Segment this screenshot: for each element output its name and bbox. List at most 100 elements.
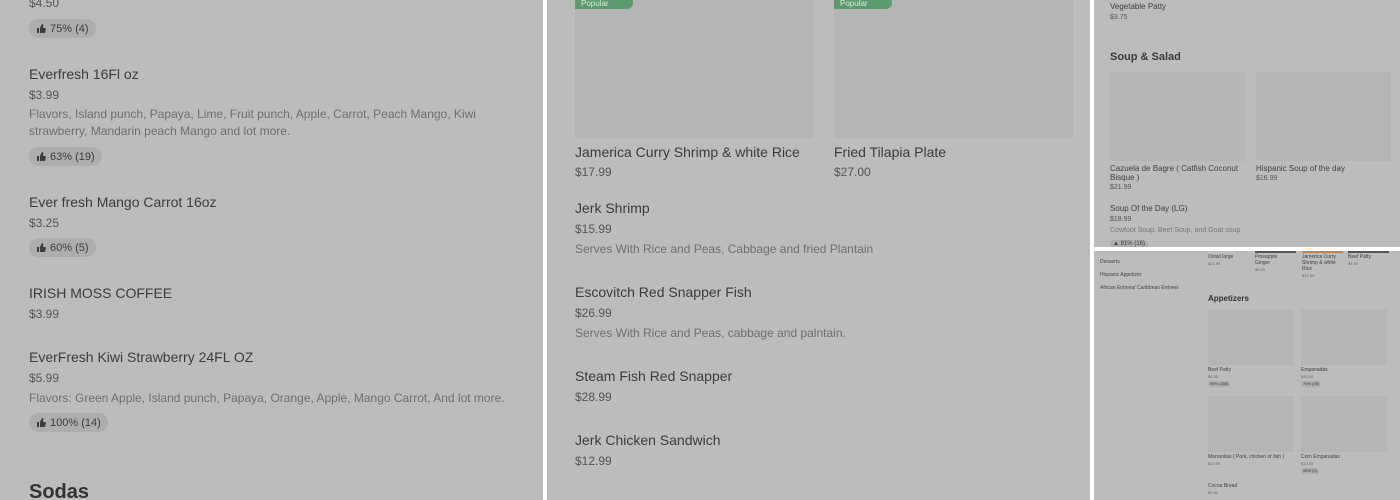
- item-price: $21.99: [1208, 261, 1221, 266]
- item-price: $5.99: [29, 371, 60, 385]
- item-image[interactable]: [1301, 309, 1387, 365]
- popular-badge: Popular: [575, 0, 633, 9]
- item-image[interactable]: [1208, 309, 1294, 365]
- thumbs-up-icon: [36, 23, 46, 34]
- item-name[interactable]: Corn Empanadas: [1301, 454, 1340, 460]
- item-description: Serves With Rice and Peas, Cabbage and f…: [575, 242, 874, 256]
- item-price: $3.99: [29, 307, 60, 321]
- item-name[interactable]: Jamerica Curry Shrimp & white Rice: [575, 144, 800, 160]
- rating-text: 60% (5): [50, 241, 89, 254]
- item-name-line: Ginger: [1255, 260, 1271, 266]
- drinks-menu-panel: $4.50 75% (4) Everfresh 16Fl oz $3.99 Fl…: [0, 0, 543, 500]
- item-price: $10.00: [1301, 374, 1314, 379]
- item-name[interactable]: IRISH MOSS COFFEE: [29, 285, 172, 301]
- item-price: $17.99: [575, 165, 612, 179]
- rating-text: 100% (14): [50, 416, 101, 429]
- item-price: $28.99: [575, 390, 612, 404]
- item-price: $2.50: [1208, 490, 1219, 495]
- item-name[interactable]: Oxtail large: [1208, 254, 1233, 260]
- item-image[interactable]: [1301, 396, 1387, 452]
- item-description-line: Flavors, Island punch, Papaya, Lime, Fru…: [29, 107, 476, 121]
- entrees-menu-panel: Popular Popular Jamerica Curry Shrimp & …: [547, 0, 1090, 500]
- item-price: $18.99: [1110, 216, 1132, 223]
- category-link[interactable]: African Entrees/ Caribbean Entrees: [1100, 285, 1179, 291]
- category-link[interactable]: Hispanic Appetizer: [1100, 272, 1141, 278]
- item-name[interactable]: Vegetable Patty: [1110, 2, 1166, 11]
- item-name[interactable]: Cazuela de Bagre ( Catfish Coconut Bisqu…: [1110, 164, 1238, 182]
- item-image[interactable]: [1208, 396, 1294, 452]
- card-edge: [1255, 251, 1296, 253]
- item-price: $4.50: [29, 0, 60, 10]
- card-edge: [1208, 251, 1249, 253]
- card-edge: [1302, 251, 1343, 253]
- soup-salad-panel: Vegetable Patty $3.75 Soup & Salad Cazue…: [1094, 0, 1400, 247]
- menu-overview-panel: Desserts Hispanic Appetizer African Entr…: [1094, 251, 1400, 500]
- card-edge: [1348, 251, 1389, 253]
- item-name: Everfresh 16Fl oz: [29, 66, 139, 82]
- rating-text: 81% (16): [1120, 241, 1145, 247]
- section-title: Soup & Salad: [1110, 51, 1181, 63]
- popular-badge: Popular: [834, 0, 892, 9]
- item-name[interactable]: Empanadas: [1301, 367, 1328, 373]
- item-image[interactable]: [575, 0, 814, 139]
- item-price: $3.75: [1110, 14, 1128, 21]
- menu-item[interactable]: Everfresh 16Fl oz: [29, 66, 139, 82]
- item-name-line: Bisque ): [1110, 173, 1140, 182]
- item-price: $12.99: [575, 454, 612, 468]
- item-name[interactable]: Hispanic Soup of the day: [1256, 164, 1345, 173]
- item-description: Flavors: Green Apple, Island punch, Papa…: [29, 391, 505, 405]
- rating-badge: 75% (28): [1301, 381, 1322, 387]
- item-name[interactable]: Beef Patty: [1348, 254, 1371, 260]
- item-name[interactable]: Jamerica Curry Shrimp & white Rice: [1302, 254, 1336, 272]
- rating-badge: 60% (5): [29, 238, 96, 257]
- item-price: $5.00: [1255, 267, 1266, 272]
- item-price: $3.99: [29, 88, 60, 102]
- item-price: $17.99: [1302, 273, 1315, 278]
- item-name-line: Rice: [1302, 266, 1313, 272]
- rating-text: 75% (4): [50, 22, 89, 35]
- item-name[interactable]: Jerk Shrimp: [575, 200, 650, 216]
- item-name[interactable]: Beef Patty: [1208, 367, 1231, 373]
- section-title: Sodas: [29, 481, 90, 500]
- item-description-line: strawberry, Mandarin peach Mango and lot…: [29, 124, 291, 138]
- item-name[interactable]: Marranitas ( Pork, chicken or fish ): [1208, 454, 1284, 460]
- item-price: $26.99: [575, 306, 612, 320]
- item-name[interactable]: Ever fresh Mango Carrot 16oz: [29, 194, 217, 210]
- item-name[interactable]: Fried Tilapia Plate: [834, 144, 946, 160]
- item-price: $4.55: [1208, 374, 1219, 379]
- rating-badge: ▲ 81% (16): [1110, 240, 1148, 247]
- item-price: $10.00: [1301, 461, 1314, 466]
- item-image[interactable]: [1110, 72, 1245, 161]
- item-price: $15.99: [575, 222, 612, 236]
- item-price: $16.99: [1256, 175, 1278, 182]
- section-title: Appetizers: [1208, 294, 1249, 303]
- rating-badge: 75% (4): [29, 19, 96, 38]
- item-name[interactable]: Steam Fish Red Snapper: [575, 368, 732, 384]
- rating-badge: 63% (19): [29, 147, 102, 166]
- item-name-line: Cazuela de Bagre ( Catfish Coconut: [1110, 164, 1239, 173]
- item-name[interactable]: Jerk Chicken Sandwich: [575, 432, 721, 448]
- item-name[interactable]: Escovitch Red Snapper Fish: [575, 284, 752, 300]
- item-price: $27.00: [834, 165, 871, 179]
- item-price: $3.25: [29, 216, 60, 230]
- thumbs-up-icon: ▲: [1113, 241, 1119, 247]
- item-name[interactable]: Cocoa Bread: [1208, 483, 1237, 489]
- thumbs-up-icon: [36, 151, 46, 162]
- item-description: Flavors, Island punch, Papaya, Lime, Fru…: [29, 106, 509, 140]
- item-description: Serves With Rice and Peas, cabbage and p…: [575, 326, 846, 340]
- item-name[interactable]: Pineapple Ginger: [1255, 254, 1277, 266]
- rating-badge: 90% (280): [1208, 381, 1231, 387]
- item-name[interactable]: EverFresh Kiwi Strawberry 24FL OZ: [29, 349, 253, 365]
- item-name[interactable]: Soup Of the Day (LG): [1110, 204, 1187, 213]
- rating-badge: 100% (14): [29, 413, 108, 432]
- rating-badge: 88% (2): [1301, 468, 1320, 474]
- item-price: $12.99: [1208, 461, 1221, 466]
- item-price: $4.55: [1348, 261, 1359, 266]
- item-image[interactable]: [1256, 72, 1391, 161]
- rating-text: 63% (19): [50, 150, 95, 163]
- item-image[interactable]: [834, 0, 1073, 139]
- thumbs-up-icon: [36, 242, 46, 253]
- item-description: Cowfoot Soup, Beef Soup, and Goat soup: [1110, 227, 1241, 234]
- item-price: $21.99: [1110, 184, 1132, 191]
- category-link[interactable]: Desserts: [1100, 259, 1120, 265]
